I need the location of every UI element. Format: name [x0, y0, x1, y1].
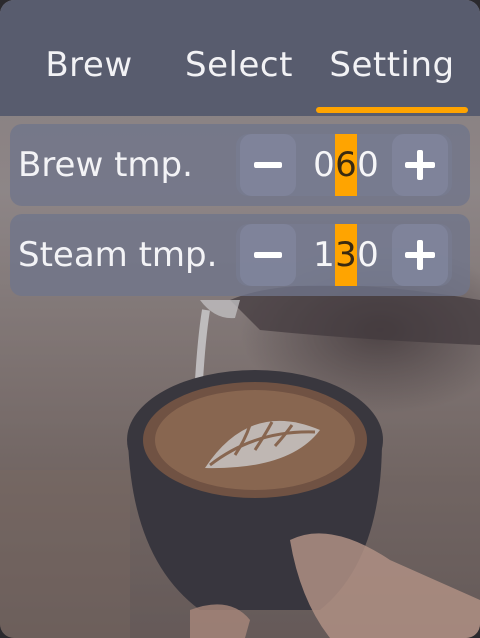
minus-icon — [254, 162, 282, 168]
steam-temp-value[interactable]: 1 3 0 — [306, 224, 386, 286]
brew-temp-value[interactable]: 0 6 0 — [306, 134, 386, 196]
setting-row-steam-temp: Steam tmp. 1 3 0 — [10, 214, 470, 296]
steam-temp-decrement-button[interactable] — [240, 224, 296, 286]
tab-bar: Brew Select Setting — [0, 0, 480, 116]
plus-icon — [405, 240, 435, 270]
steam-temp-increment-button[interactable] — [392, 224, 448, 286]
steam-temp-digit-2-selected[interactable]: 3 — [335, 224, 357, 286]
active-tab-indicator — [316, 107, 468, 113]
brew-temp-stepper: 0 6 0 — [236, 134, 452, 196]
brew-temp-increment-button[interactable] — [392, 134, 448, 196]
brew-temp-decrement-button[interactable] — [240, 134, 296, 196]
tab-select[interactable]: Select — [172, 40, 306, 90]
setting-label-brew-temp: Brew tmp. — [18, 145, 193, 185]
setting-row-brew-temp: Brew tmp. 0 6 0 — [10, 124, 470, 206]
setting-label-steam-temp: Steam tmp. — [18, 235, 218, 275]
tab-setting[interactable]: Setting — [316, 40, 468, 90]
plus-icon — [405, 150, 435, 180]
steam-temp-digit-3[interactable]: 0 — [357, 224, 379, 286]
steam-temp-digit-1[interactable]: 1 — [313, 224, 335, 286]
brew-temp-digit-1[interactable]: 0 — [313, 134, 335, 196]
brew-temp-digit-2-selected[interactable]: 6 — [335, 134, 357, 196]
minus-icon — [254, 252, 282, 258]
steam-temp-stepper: 1 3 0 — [236, 224, 452, 286]
brew-temp-digit-3[interactable]: 0 — [357, 134, 379, 196]
coffee-machine-screen: Brew Select Setting Brew tmp. 0 6 0 Stea… — [0, 0, 480, 638]
tab-brew[interactable]: Brew — [20, 40, 158, 90]
